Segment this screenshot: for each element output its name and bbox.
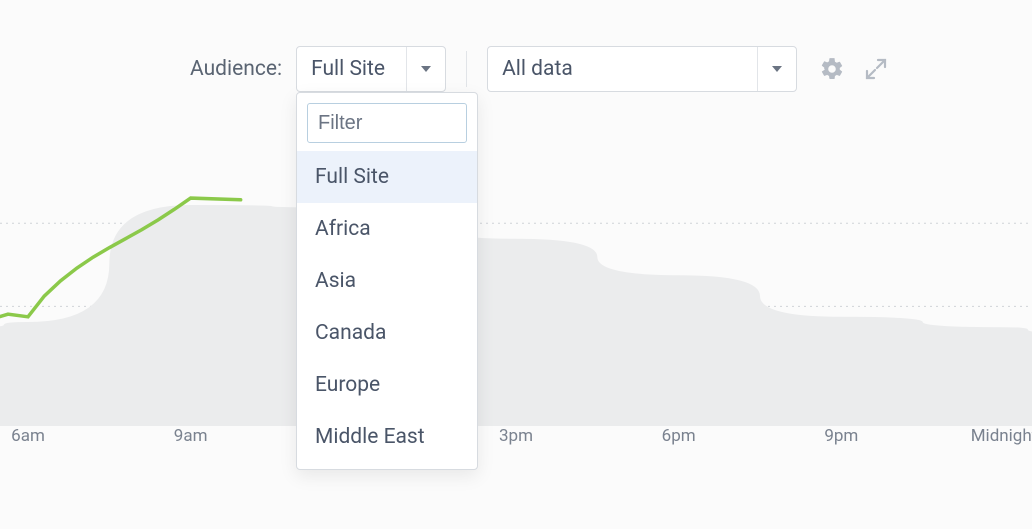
gear-icon [819, 56, 845, 82]
audience-select[interactable]: Full Site [296, 46, 446, 92]
chevron-down-icon [758, 47, 796, 91]
audience-option[interactable]: Full Site [297, 151, 477, 203]
settings-button[interactable] [817, 54, 847, 84]
audience-option[interactable]: Europe [297, 359, 477, 411]
audience-option[interactable]: Canada [297, 307, 477, 359]
expand-icon [864, 57, 888, 81]
x-tick: 6am [11, 426, 45, 446]
x-tick: Midnight [971, 426, 1032, 446]
audience-option-list: Full SiteAfricaAsiaCanadaEuropeMiddle Ea… [297, 151, 477, 469]
data-select-value: All data [488, 47, 758, 91]
traffic-chart [0, 166, 1032, 426]
audience-select-value: Full Site [297, 47, 407, 91]
expand-button[interactable] [861, 54, 891, 84]
audience-option[interactable]: Middle East [297, 411, 477, 463]
audience-filter [307, 103, 467, 143]
x-tick: 6pm [662, 426, 696, 446]
toolbar: Audience: Full Site All data [0, 46, 1032, 92]
data-select[interactable]: All data [487, 46, 797, 92]
audience-filter-input[interactable] [307, 103, 467, 143]
chevron-down-icon [407, 47, 445, 91]
audience-label: Audience: [190, 57, 282, 81]
toolbar-divider [466, 51, 467, 87]
chart-series-previous [0, 205, 1032, 426]
x-tick: 9am [174, 426, 208, 446]
audience-option[interactable]: Africa [297, 203, 477, 255]
x-tick: 9pm [824, 426, 858, 446]
audience-dropdown: Full SiteAfricaAsiaCanadaEuropeMiddle Ea… [296, 92, 478, 470]
x-tick: 3pm [499, 426, 533, 446]
audience-option[interactable]: Asia [297, 255, 477, 307]
chart-x-axis: 6am9am12pm3pm6pm9pmMidnight [0, 426, 1032, 456]
